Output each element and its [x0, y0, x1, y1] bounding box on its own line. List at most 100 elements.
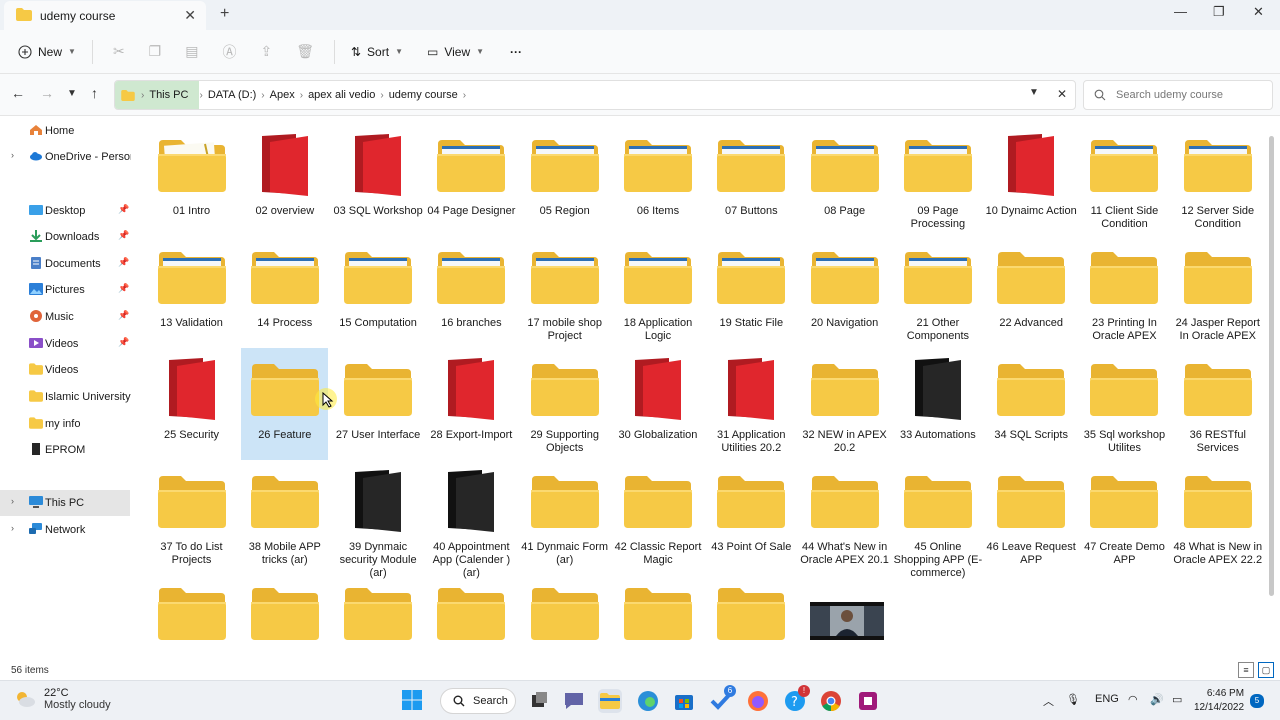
file-tile-50[interactable]: [241, 572, 328, 660]
microphone-icon[interactable]: 🎙: [1066, 693, 1080, 706]
sidebar-item-eprom[interactable]: EPROM: [0, 437, 130, 463]
forward-arrow-icon[interactable]: →: [40, 85, 54, 101]
show-hidden-icons-icon[interactable]: ︿: [1043, 693, 1054, 709]
folder-22-advanced[interactable]: 22 Advanced: [988, 236, 1075, 348]
folder-46-leave-request-app[interactable]: 46 Leave Request APP: [987, 460, 1076, 572]
folder-47-create-demo-app[interactable]: 47 Create Demo APP: [1081, 460, 1168, 572]
minimize-button[interactable]: —: [1174, 4, 1187, 19]
folder-30-globalization[interactable]: 30 Globalization: [614, 348, 701, 460]
file-tile-54[interactable]: [614, 572, 701, 660]
folder-11-client-side-condition[interactable]: 11 Client Side Condition: [1081, 124, 1168, 236]
folder-39-dynmaic-security-module-ar[interactable]: 39 Dynmaic security Module (ar): [335, 460, 422, 579]
folder-24-jasper-report-in-oracle-apex[interactable]: 24 Jasper Report In Oracle APEX: [1174, 236, 1261, 348]
share-icon[interactable]: ⇪: [248, 37, 284, 67]
details-view-icon[interactable]: ≡: [1238, 662, 1254, 678]
breadcrumb-apex-ali-vedio[interactable]: apex ali vedio: [303, 89, 380, 101]
file-tile-49[interactable]: [148, 572, 235, 660]
taskbar-search[interactable]: Search: [440, 688, 516, 714]
sidebar-item-my-info[interactable]: my info: [0, 411, 130, 437]
breadcrumb-apex[interactable]: Apex: [265, 89, 300, 101]
task-view-icon[interactable]: [527, 689, 551, 713]
rename-icon[interactable]: Ⓐ: [210, 37, 248, 67]
folder-23-printing-in-oracle-apex[interactable]: 23 Printing In Oracle APEX: [1081, 236, 1168, 348]
folder-21-other-components[interactable]: 21 Other Components: [894, 236, 981, 348]
folder-13-validation[interactable]: 13 Validation: [148, 236, 235, 348]
language-indicator[interactable]: ENG: [1095, 693, 1119, 705]
folder-37-to-do-list-projects[interactable]: 37 To do List Projects: [148, 460, 235, 572]
clock[interactable]: 6:46 PM 12/14/2022: [1194, 687, 1244, 715]
folder-02-overview[interactable]: 02 overview: [241, 124, 328, 236]
recorder-icon[interactable]: [856, 689, 880, 713]
cut-icon[interactable]: ✂: [101, 37, 137, 67]
breadcrumb-udemy-course[interactable]: udemy course: [384, 89, 463, 101]
sidebar-item-onedrive[interactable]: › OneDrive - Persona: [0, 144, 131, 170]
recent-chevron-icon[interactable]: ▼: [67, 88, 77, 99]
folder-36-restful-services[interactable]: 36 RESTful Services: [1174, 348, 1261, 460]
scrollbar-thumb[interactable]: [1269, 136, 1274, 596]
file-tile-51[interactable]: [335, 572, 422, 660]
pin-icon[interactable]: 📌: [118, 283, 129, 294]
sidebar-item-islamic-university[interactable]: Islamic University o: [0, 384, 131, 410]
back-arrow-icon[interactable]: ←: [11, 85, 25, 101]
folder-16-branches[interactable]: 16 branches: [428, 236, 515, 348]
folder-20-navigation[interactable]: 20 Navigation: [801, 236, 888, 348]
sidebar-item-music[interactable]: Music 📌: [0, 304, 130, 330]
folder-03-sql-workshop[interactable]: 03 SQL Workshop: [333, 124, 423, 236]
folder-32-new-in-apex-20-2[interactable]: 32 NEW in APEX 20.2: [801, 348, 888, 460]
weather-widget[interactable]: 22°C Mostly cloudy: [14, 687, 111, 711]
pin-icon[interactable]: 📌: [118, 337, 129, 348]
sidebar-item-network[interactable]: › Network: [0, 517, 130, 543]
folder-18-application-logic[interactable]: 18 Application Logic: [614, 236, 701, 348]
close-window-button[interactable]: ✕: [1253, 4, 1264, 20]
file-tile-55[interactable]: [708, 572, 795, 660]
vertical-scrollbar[interactable]: [1268, 126, 1276, 660]
folder-17-mobile-shop-project[interactable]: 17 mobile shop Project: [521, 236, 608, 348]
todo-icon[interactable]: 6: [709, 685, 736, 713]
search-box[interactable]: Search udemy course: [1083, 80, 1273, 110]
pin-icon[interactable]: 📌: [118, 310, 129, 321]
folder-35-sql-workshop-utilites[interactable]: 35 Sql workshop Utilites: [1081, 348, 1168, 460]
folder-10-dynaimc-action[interactable]: 10 Dynaimc Action: [986, 124, 1077, 236]
search-input[interactable]: Search udemy course: [1116, 89, 1223, 101]
sidebar-item-desktop[interactable]: Desktop 📌: [0, 198, 130, 224]
folder-07-buttons[interactable]: 07 Buttons: [708, 124, 795, 236]
wifi-icon[interactable]: ◠: [1128, 693, 1138, 706]
new-tab-button[interactable]: +: [220, 5, 229, 23]
folder-42-classic-report-magic[interactable]: 42 Classic Report Magic: [614, 460, 701, 572]
folder-38-mobile-app-tricks-ar[interactable]: 38 Mobile APP tricks (ar): [241, 460, 328, 572]
help-icon[interactable]: ? !: [783, 685, 810, 713]
delete-icon[interactable]: 🗑: [284, 37, 326, 67]
folder-29-supporting-objects[interactable]: 29 Supporting Objects: [521, 348, 608, 460]
folder-48-what-is-new-in-oracle-apex-22-2[interactable]: 48 What is New in Oracle APEX 22.2: [1173, 460, 1262, 572]
folder-05-region[interactable]: 05 Region: [521, 124, 608, 236]
folder-45-online-shopping-app-e-commerce[interactable]: 45 Online Shopping APP (E-commerce): [894, 460, 982, 579]
copy-icon[interactable]: ❐: [137, 37, 174, 67]
folder-14-process[interactable]: 14 Process: [241, 236, 328, 348]
expand-chevron-icon[interactable]: ›: [11, 523, 14, 533]
chrome-icon[interactable]: [819, 689, 843, 713]
folder-04-page-designer[interactable]: 04 Page Designer: [427, 124, 515, 236]
tab-udemy-course[interactable]: udemy course ✕: [4, 1, 206, 30]
folder-33-automations[interactable]: 33 Automations: [894, 348, 981, 460]
notification-badge[interactable]: 5: [1250, 694, 1264, 708]
edge-icon[interactable]: [636, 689, 660, 713]
folder-41-dynmaic-form-ar[interactable]: 41 Dynmaic Form (ar): [521, 460, 608, 572]
clear-icon[interactable]: ✕: [1057, 87, 1067, 101]
breadcrumb-data-d[interactable]: DATA (D:): [203, 89, 261, 101]
teams-chat-icon[interactable]: [562, 689, 586, 713]
tiles-view-icon[interactable]: ▢: [1258, 662, 1274, 678]
sidebar-item-pictures[interactable]: Pictures 📌: [0, 277, 130, 303]
folder-43-point-of-sale[interactable]: 43 Point Of Sale: [708, 460, 795, 572]
folder-34-sql-scripts[interactable]: 34 SQL Scripts: [988, 348, 1075, 460]
sidebar-item-videos-folder[interactable]: Videos: [0, 357, 130, 383]
sidebar-item-videos[interactable]: Videos 📌: [0, 331, 130, 357]
folder-40-appointment-app-calender-ar[interactable]: 40 Appointment App (Calender ) (ar): [428, 460, 515, 579]
sidebar-item-this-pc[interactable]: › This PC: [0, 490, 130, 516]
sidebar-item-downloads[interactable]: Downloads 📌: [0, 224, 130, 250]
maximize-button[interactable]: ❐: [1213, 4, 1225, 20]
start-button[interactable]: [401, 689, 425, 713]
file-tile-53[interactable]: [521, 572, 608, 660]
folder-08-page[interactable]: 08 Page: [801, 124, 888, 236]
folder-06-items[interactable]: 06 Items: [614, 124, 701, 236]
battery-icon[interactable]: ▭: [1172, 693, 1182, 706]
